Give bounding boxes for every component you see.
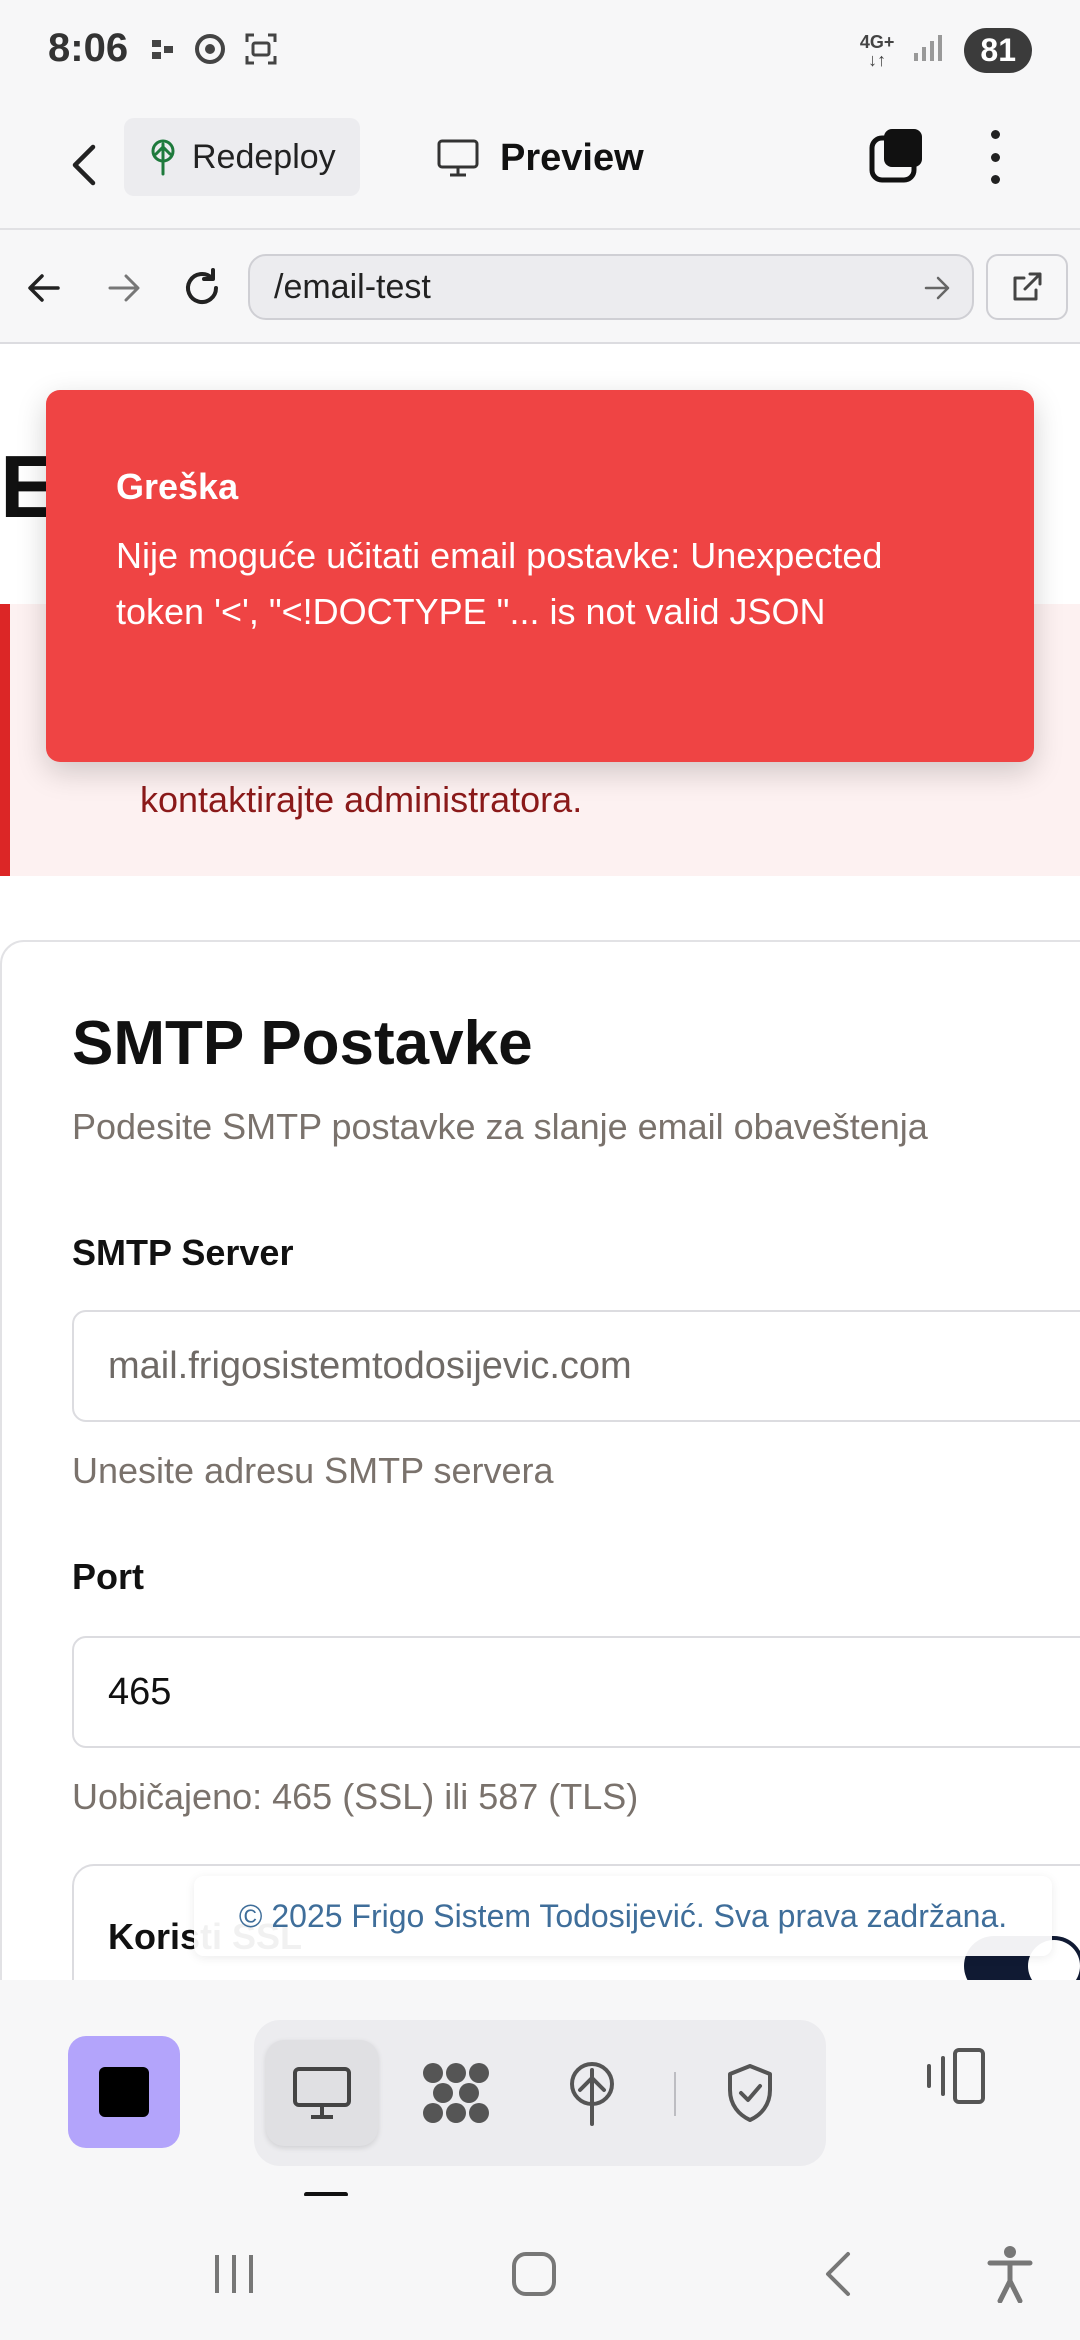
security-mode-button[interactable] (694, 2040, 806, 2146)
recents-button[interactable] (202, 2242, 266, 2306)
url-text: /email-test (274, 267, 431, 306)
stop-button[interactable] (68, 2036, 180, 2148)
screenshot-icon (244, 32, 278, 71)
card-title: SMTP Postavke (72, 1009, 533, 1078)
go-arrow-icon[interactable] (922, 272, 954, 304)
browser-back-button[interactable] (16, 260, 72, 316)
toast-title: Greška (116, 466, 239, 507)
bottom-toolbar (0, 1980, 1080, 2197)
status-bar: 8:06 4G+ ↓↑ 81 (0, 0, 1080, 100)
accessibility-button[interactable] (978, 2242, 1042, 2306)
home-icon (512, 2252, 556, 2296)
status-time: 8:06 (48, 26, 129, 70)
footer-banner: © 2025 Frigo Sistem Todosijević. Sva pra… (194, 1876, 1052, 1956)
preview-label: Preview (500, 136, 644, 179)
kebab-menu-button[interactable] (970, 124, 1020, 190)
status-icons-right: 4G+ ↓↑ 81 (860, 28, 1032, 73)
forward-icon (108, 274, 140, 302)
mode-switcher (254, 2020, 826, 2166)
warning-text: kontaktirajte administratora. (140, 779, 583, 820)
smtp-server-help: Unesite adresu SMTP servera (72, 1450, 554, 1491)
mode-divider (674, 2072, 676, 2116)
accessibility-icon (987, 2246, 1033, 2303)
stop-icon (99, 2067, 149, 2117)
signal-icon (912, 33, 946, 68)
deploy-mode-button[interactable] (536, 2040, 648, 2146)
workflow-mode-button[interactable] (400, 2040, 512, 2146)
port-label: Port (72, 1556, 144, 1597)
redeploy-button[interactable]: Redeploy (124, 118, 360, 196)
back-icon (826, 2252, 850, 2296)
smtp-server-label: SMTP Server (72, 1232, 294, 1273)
tabs-button[interactable] (868, 126, 926, 184)
reload-icon (186, 268, 218, 304)
open-external-icon (1013, 272, 1042, 301)
footer-text: © 2025 Frigo Sistem Todosijević. Sva pra… (238, 1897, 1008, 1934)
network-type: 4G+ ↓↑ (859, 31, 895, 70)
deploy-icon (570, 2062, 614, 2126)
port-help: Uobičajeno: 465 (SSL) ili 587 (TLS) (72, 1776, 639, 1817)
monitor-icon (293, 2067, 351, 2119)
preview-title: Preview (436, 130, 644, 186)
redeploy-label: Redeploy (192, 137, 336, 176)
toast-message: Nije moguće učitati email postavke: Unex… (116, 535, 883, 632)
smtp-settings-card: SMTP Postavke Podesite SMTP postavke za … (0, 940, 1080, 1980)
browser-forward-button[interactable] (96, 260, 152, 316)
back-icon (28, 274, 60, 302)
tabs-icon (869, 129, 922, 183)
status-icons-left (150, 32, 278, 71)
preview-mode-button[interactable] (266, 2040, 378, 2146)
card-subtitle: Podesite SMTP postavke za slanje email o… (72, 1106, 928, 1147)
port-input[interactable] (72, 1636, 1080, 1748)
open-external-button[interactable] (986, 254, 1068, 320)
shield-check-icon (728, 2064, 772, 2122)
app-top-bar: Redeploy Preview (0, 100, 1080, 230)
smtp-server-input[interactable] (72, 1310, 1080, 1422)
android-nav-bar (0, 2196, 1080, 2340)
layout-icon (927, 2048, 985, 2104)
layout-button[interactable] (920, 2036, 992, 2116)
url-bar: /email-test (0, 232, 1080, 344)
monitor-icon (437, 139, 479, 177)
system-back-button[interactable] (806, 2242, 870, 2306)
recents-icon (215, 2255, 253, 2293)
battery-indicator: 81 (964, 28, 1032, 73)
home-button[interactable] (502, 2242, 566, 2306)
app-notification-icon (150, 36, 176, 67)
redeploy-icon (151, 139, 175, 176)
error-toast[interactable]: Greška Nije moguće učitati email postavk… (46, 390, 1034, 762)
back-arrow-icon (72, 144, 96, 186)
back-button[interactable] (50, 130, 120, 200)
kebab-menu-icon (990, 130, 1000, 139)
reload-button[interactable] (174, 260, 230, 316)
chrome-icon (194, 33, 226, 70)
workflow-icon (423, 2063, 489, 2123)
url-input[interactable]: /email-test (248, 254, 974, 320)
